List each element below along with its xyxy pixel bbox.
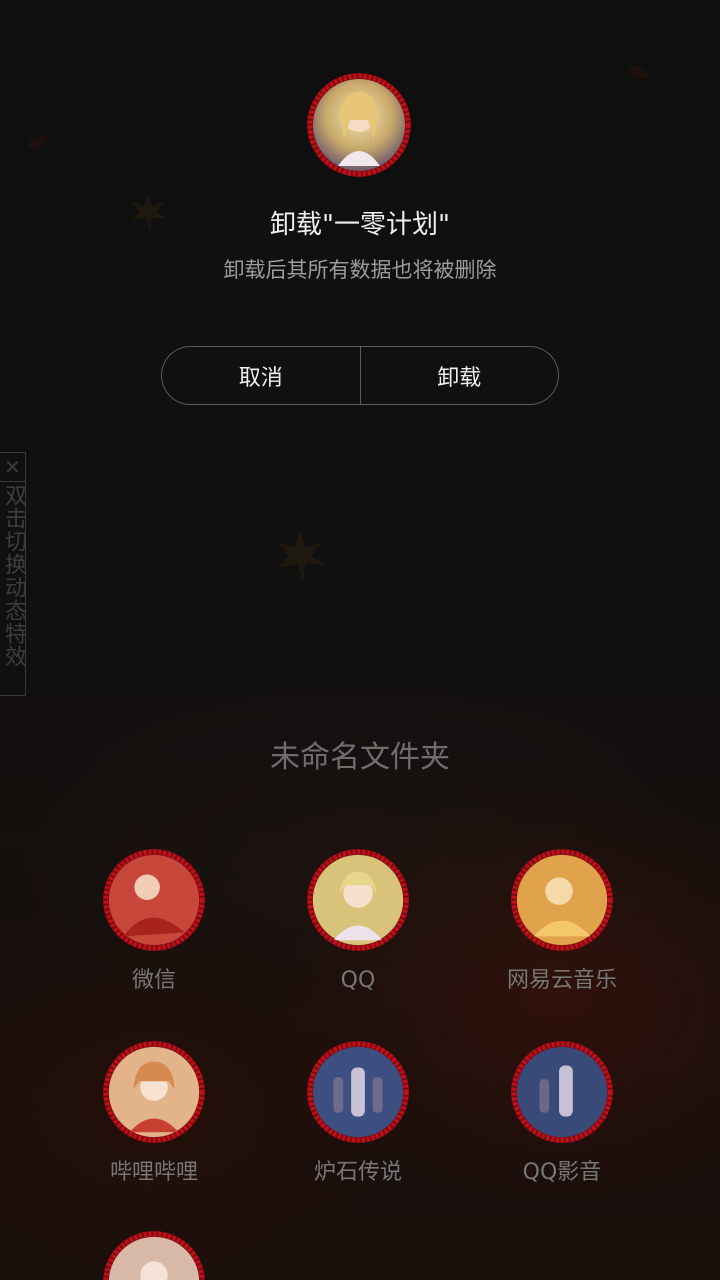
- anime-avatar-icon: [304, 846, 412, 954]
- app-icon-bilibili[interactable]: 哔哩哔哩: [84, 1038, 224, 1188]
- anime-avatar-icon: [508, 1038, 616, 1146]
- uninstall-dialog-screen: ✕ 双击切换动态特效 卸载"一零计划" 卸载后其所有数据也将被删除 取消 卸载: [0, 0, 720, 1280]
- close-icon[interactable]: ✕: [0, 453, 25, 482]
- dynamic-effect-hint-text: 双击切换动态特效: [1, 484, 26, 668]
- dialog-message: 卸载后其所有数据也将被删除: [223, 258, 497, 282]
- app-label: 哔哩哔哩: [109, 1160, 198, 1185]
- app-icon-wechat[interactable]: 微信: [84, 846, 224, 996]
- folder-title[interactable]: 未命名文件夹: [0, 735, 720, 781]
- app-icon-hearthstone[interactable]: 炉石传说: [288, 1038, 428, 1188]
- app-icon-qq-player[interactable]: QQ影音: [492, 1038, 632, 1188]
- app-label: 炉石传说: [313, 1160, 402, 1185]
- app-label: 微信: [131, 968, 176, 993]
- dialog-title: 卸载"一零计划": [270, 210, 450, 240]
- app-label: 网易云音乐: [506, 968, 617, 993]
- cancel-button[interactable]: 取消: [162, 347, 360, 404]
- anime-avatar-icon: [508, 846, 616, 954]
- anime-avatar-icon: [100, 1228, 208, 1280]
- anime-avatar-icon: [304, 1038, 412, 1146]
- dynamic-effect-toggle[interactable]: ✕ 双击切换动态特效: [0, 452, 26, 696]
- app-label: QQ影音: [522, 1160, 602, 1185]
- anime-avatar-icon: [100, 846, 208, 954]
- app-label: QQ: [340, 968, 376, 993]
- dialog-button-group: 取消 卸载: [161, 346, 559, 405]
- app-avatar: [304, 70, 414, 180]
- app-icon-netease-music[interactable]: 网易云音乐: [492, 846, 632, 996]
- app-icon-qq[interactable]: QQ: [288, 846, 428, 996]
- uninstall-button[interactable]: 卸载: [359, 347, 559, 404]
- app-icon-partial[interactable]: [84, 1228, 224, 1280]
- anime-avatar-icon: [307, 73, 411, 177]
- anime-avatar-icon: [100, 1038, 208, 1146]
